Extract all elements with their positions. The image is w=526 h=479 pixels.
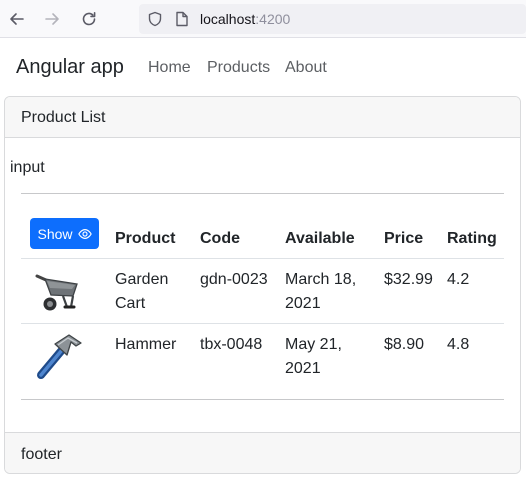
cell-available: March 18, 2021 bbox=[285, 271, 357, 312]
card-footer: footer bbox=[5, 432, 520, 473]
navbar-brand[interactable]: Angular app bbox=[16, 56, 124, 79]
column-header-available: Available bbox=[285, 230, 355, 247]
browser-toolbar: localhost:4200 bbox=[0, 0, 526, 38]
row-divider bbox=[21, 323, 504, 324]
reload-icon bbox=[82, 12, 96, 26]
nav-link-home[interactable]: Home bbox=[148, 59, 191, 77]
card-title: Product List bbox=[21, 109, 106, 126]
column-header-rating: Rating bbox=[447, 230, 497, 247]
card-header: Product List bbox=[5, 97, 520, 138]
forward-button[interactable] bbox=[42, 9, 62, 29]
cell-price: $32.99 bbox=[384, 271, 433, 288]
cell-product: Hammer bbox=[115, 336, 177, 353]
page-icon bbox=[176, 11, 188, 27]
cell-available: May 21, 2021 bbox=[285, 336, 342, 377]
nav-link-products[interactable]: Products bbox=[207, 59, 270, 77]
nav-link-about[interactable]: About bbox=[285, 59, 327, 77]
column-header-code: Code bbox=[200, 230, 240, 247]
column-header-product: Product bbox=[115, 230, 176, 247]
navbar: Angular app Home Products About bbox=[0, 39, 526, 95]
url-host: localhost bbox=[200, 11, 256, 27]
arrow-right-icon bbox=[45, 13, 59, 25]
shield-icon bbox=[148, 11, 162, 27]
column-header-price: Price bbox=[384, 230, 424, 247]
cell-code: gdn-0023 bbox=[200, 271, 268, 288]
show-button-label: Show bbox=[37, 225, 73, 242]
url-bar[interactable]: localhost:4200 bbox=[139, 4, 526, 34]
back-button[interactable] bbox=[7, 9, 27, 29]
wheelbarrow-icon bbox=[33, 265, 85, 317]
hammer-icon bbox=[33, 331, 85, 383]
footer-text: footer bbox=[21, 446, 62, 463]
cell-price: $8.90 bbox=[384, 336, 425, 353]
reload-button[interactable] bbox=[79, 9, 99, 29]
cell-code: tbx-0048 bbox=[200, 336, 263, 353]
cell-rating: 4.2 bbox=[447, 271, 470, 288]
product-list-card: Product List input Show Product Code Ava… bbox=[4, 96, 521, 474]
divider bbox=[21, 193, 504, 194]
url-port: :4200 bbox=[255, 11, 291, 27]
show-images-button[interactable]: Show bbox=[30, 218, 99, 249]
row-divider bbox=[21, 258, 504, 259]
table-bottom-divider bbox=[21, 399, 504, 400]
url-text: localhost:4200 bbox=[200, 11, 290, 27]
arrow-left-icon bbox=[10, 13, 24, 25]
cell-product: Garden Cart bbox=[115, 271, 169, 312]
input-label: input bbox=[10, 159, 45, 176]
eye-icon bbox=[77, 228, 92, 239]
cell-rating: 4.8 bbox=[447, 336, 470, 353]
